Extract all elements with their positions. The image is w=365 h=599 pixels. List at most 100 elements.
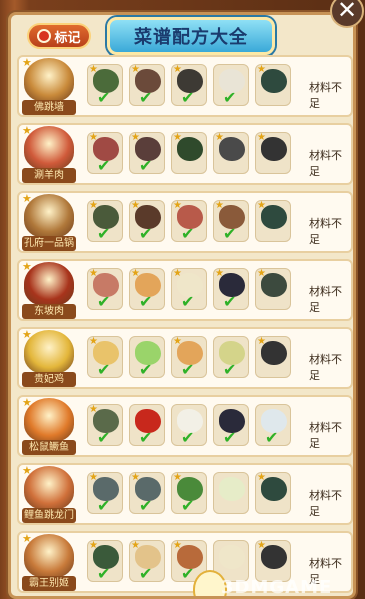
dish-thumbnail[interactable]: ★ 孔府一品锅 — [22, 192, 76, 252]
checkmark-icon: ✔ — [97, 156, 111, 175]
ingredient-slot[interactable]: ★ ✔ — [129, 132, 165, 174]
ingredient-slot[interactable]: ★ — [255, 132, 291, 174]
ingredient-slot[interactable]: ★ ✔ — [87, 540, 123, 582]
star-icon: ★ — [89, 132, 98, 143]
star-icon: ★ — [257, 132, 266, 143]
dish-name: 松鼠鳜鱼 — [22, 440, 76, 455]
ingredient-slot[interactable]: ★ ✔ — [129, 540, 165, 582]
checkmark-icon: ✔ — [97, 292, 111, 311]
star-icon: ★ — [257, 200, 266, 211]
recipe-row[interactable]: ★ 孔府一品锅 ★ ✔ ★ ✔ ★ ✔ ★ ✔ ★ 材料不足 — [17, 191, 353, 253]
star-icon: ★ — [257, 268, 266, 279]
ingredient-slot[interactable]: ✔ — [213, 404, 249, 446]
ingredient-slot[interactable]: ★ ✔ — [87, 200, 123, 242]
star-icon: ★ — [215, 268, 224, 279]
ingredient-slot[interactable]: ★ ✔ — [129, 472, 165, 514]
mark-label: 标记 — [54, 30, 81, 46]
ingredient-slot[interactable]: ★ ✔ — [129, 200, 165, 242]
dish-thumbnail[interactable]: ★ 贵妃鸡 — [22, 328, 76, 388]
ingredient-slot[interactable]: ★ ✔ — [213, 200, 249, 242]
mark-button[interactable]: 标记 — [27, 23, 91, 49]
checkmark-icon: ✔ — [223, 360, 237, 379]
dish-thumbnail[interactable]: ★ 霸王别姬 — [22, 532, 76, 592]
status-text: 材料不足 — [309, 353, 342, 382]
ingredient-slot[interactable]: ★ ✔ — [171, 472, 207, 514]
ingredient-slot[interactable]: ★ ✔ — [171, 268, 207, 310]
checkmark-icon: ✔ — [265, 428, 279, 447]
page-title: 菜谱配方大全 — [107, 17, 275, 55]
ingredient-slot[interactable]: ★ ✔ — [87, 268, 123, 310]
ingredient-slot[interactable]: ✔ — [129, 404, 165, 446]
checkmark-icon: ✔ — [139, 224, 153, 243]
star-icon: ★ — [173, 64, 182, 75]
dish-thumbnail[interactable]: ★ 松鼠鳜鱼 — [22, 396, 76, 456]
status-text: 材料不足 — [309, 285, 342, 314]
dish-thumbnail[interactable]: ★ 鲤鱼跳龙门 — [22, 464, 76, 524]
ingredient-slot[interactable]: ★ ✔ — [171, 336, 207, 378]
star-icon: ★ — [89, 472, 98, 483]
checkmark-icon: ✔ — [181, 292, 195, 311]
checkmark-icon: ✔ — [181, 360, 195, 379]
status-text: 材料不足 — [309, 149, 342, 178]
ingredient-slot[interactable]: ★ — [255, 336, 291, 378]
ingredient-slot[interactable]: ★ — [213, 132, 249, 174]
checkmark-icon: ✔ — [181, 428, 195, 447]
star-icon: ★ — [173, 472, 182, 483]
ingredient-slot[interactable]: ★ — [255, 200, 291, 242]
recipe-row[interactable]: ★ 涮羊肉 ★ ✔ ★ ✔ ★ ★ ★ 材料不足 — [17, 123, 353, 185]
dish-name: 贵妃鸡 — [22, 372, 76, 387]
ingredient-slot[interactable]: ★ — [255, 472, 291, 514]
checkmark-icon: ✔ — [97, 428, 111, 447]
ingredient-slot[interactable]: ★ — [255, 540, 291, 582]
star-icon: ★ — [131, 268, 140, 279]
star-icon: ★ — [131, 132, 140, 143]
checkmark-icon: ✔ — [139, 564, 153, 583]
star-icon: ★ — [173, 200, 182, 211]
ingredient-slot[interactable]: ★ ✔ — [171, 64, 207, 106]
checkmark-icon: ✔ — [97, 496, 111, 515]
ingredient-slot[interactable]: ✔ — [129, 336, 165, 378]
dish-thumbnail[interactable]: ★ 东坡肉 — [22, 260, 76, 320]
ingredient-slot[interactable]: ★ ✔ — [129, 268, 165, 310]
dish-thumbnail[interactable]: ★ 佛跳墙 — [22, 56, 76, 116]
ingredient-slot[interactable]: ★ ✔ — [87, 472, 123, 514]
recipe-row[interactable]: ★ 松鼠鳜鱼 ★ ✔ ✔ ✔ ✔ ✔ 材料不足 — [17, 395, 353, 457]
ingredient-slot[interactable]: ★ — [171, 132, 207, 174]
ingredient-slot[interactable]: ★ ✔ — [87, 64, 123, 106]
ingredient-slot[interactable]: ✔ — [171, 404, 207, 446]
recipe-row[interactable]: ★ 贵妃鸡 ★ ✔ ✔ ★ ✔ ✔ ★ 材料不足 — [17, 327, 353, 389]
star-icon: ★ — [131, 540, 140, 551]
star-icon: ★ — [257, 64, 266, 75]
ingredient-slot[interactable]: ★ — [255, 64, 291, 106]
ingredient-slot[interactable]: ★ ✔ — [213, 268, 249, 310]
status-text: 材料不足 — [309, 489, 342, 518]
recipe-row[interactable]: ★ 佛跳墙 ★ ✔ ★ ✔ ★ ✔ ✔ ★ 材料不足 — [17, 55, 353, 117]
ingredient-slot[interactable]: ★ ✔ — [87, 404, 123, 446]
ingredient-slot[interactable] — [213, 472, 249, 514]
recipe-row[interactable]: ★ 鲤鱼跳龙门 ★ ✔ ★ ✔ ★ ✔ ★ 材料不足 — [17, 463, 353, 525]
recipe-panel: 标记 菜谱配方大全 ★ 佛跳墙 ★ ✔ ★ ✔ ★ ✔ ✔ ★ 材料不足 ★ 涮羊肉 ★ ✔ ★ ✔ ★ ★ ★ 材料不… — [8, 12, 356, 599]
ingredient-slot[interactable]: ★ — [255, 268, 291, 310]
dish-name: 鲤鱼跳龙门 — [22, 508, 76, 523]
dish-name: 涮羊肉 — [22, 168, 76, 183]
dish-thumbnail[interactable]: ★ 涮羊肉 — [22, 124, 76, 184]
recipe-list: ★ 佛跳墙 ★ ✔ ★ ✔ ★ ✔ ✔ ★ 材料不足 ★ 涮羊肉 ★ ✔ ★ ✔ ★ ★ ★ 材料不足 ★ 孔府一品锅 ★ ✔ ★… — [17, 55, 353, 596]
ingredient-slot[interactable]: ★ ✔ — [171, 200, 207, 242]
status-text: 材料不足 — [309, 81, 342, 110]
star-icon: ★ — [22, 124, 32, 137]
star-icon: ★ — [22, 260, 32, 273]
ingredient-slot[interactable]: ✔ — [213, 64, 249, 106]
ingredient-slot[interactable]: ★ ✔ — [129, 64, 165, 106]
checkmark-icon: ✔ — [223, 292, 237, 311]
ingredient-slot[interactable]: ✔ — [255, 404, 291, 446]
star-icon: ★ — [257, 336, 266, 347]
checkmark-icon: ✔ — [97, 360, 111, 379]
status-text: 材料不足 — [309, 217, 342, 246]
ingredient-slot[interactable]: ✔ — [213, 336, 249, 378]
ingredient-slot[interactable]: ★ ✔ — [87, 336, 123, 378]
star-icon: ★ — [131, 472, 140, 483]
checkmark-icon: ✔ — [139, 428, 153, 447]
star-icon: ★ — [131, 64, 140, 75]
recipe-row[interactable]: ★ 东坡肉 ★ ✔ ★ ✔ ★ ✔ ★ ✔ ★ 材料不足 — [17, 259, 353, 321]
ingredient-slot[interactable]: ★ ✔ — [87, 132, 123, 174]
